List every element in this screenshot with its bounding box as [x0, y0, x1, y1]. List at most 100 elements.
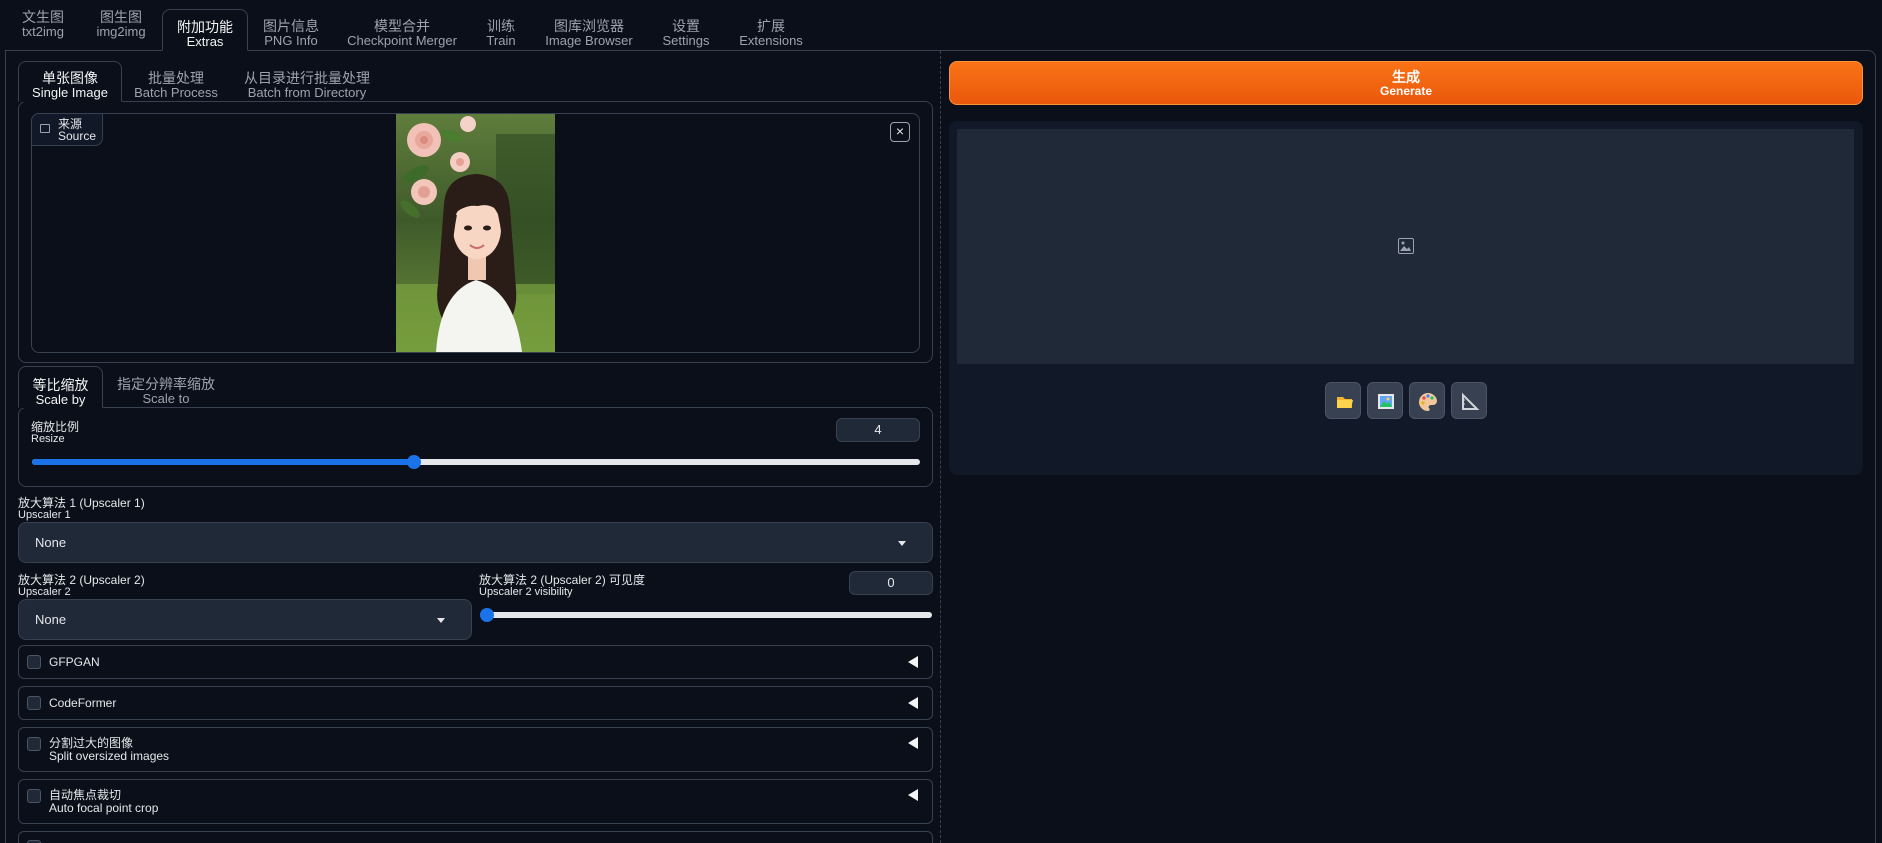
- tab-scale-to[interactable]: 指定分辨率缩放 Scale to: [114, 377, 218, 406]
- codeformer-checkbox[interactable]: [27, 696, 41, 710]
- auto-focal-crop-checkbox[interactable]: [27, 789, 41, 803]
- tab-single-image[interactable]: 单张图像 Single Image: [18, 61, 122, 102]
- accordion-title: GFPGAN: [49, 655, 100, 669]
- resize-slider-fill: [32, 459, 414, 465]
- tab-label: 扩展: [757, 18, 785, 34]
- tab-sublabel: Checkpoint Merger: [347, 33, 457, 48]
- tab-sublabel: Train: [486, 33, 516, 48]
- upscaler2-visibility-label-zh: 放大算法 2 (Upscaler 2) 可见度: [479, 573, 646, 587]
- tab-sublabel: Image Browser: [545, 33, 633, 48]
- accordion-title: CodeFormer: [49, 696, 117, 710]
- source-photo: [396, 114, 555, 352]
- tab-sublabel: Settings: [662, 33, 710, 48]
- accordion-partial[interactable]: [18, 831, 933, 843]
- image-icon[interactable]: [1367, 382, 1403, 419]
- upscaler1-label: 放大算法 1 (Upscaler 1) Upscaler 1: [18, 497, 145, 521]
- tab-checkpoint-merger[interactable]: 模型合并 Checkpoint Merger: [342, 9, 462, 51]
- upscaler2-visibility-slider-thumb[interactable]: [480, 608, 494, 622]
- chevron-down-icon: [898, 541, 906, 546]
- tab-label: 图库浏览器: [554, 18, 624, 34]
- upscaler1-dropdown[interactable]: None: [18, 522, 933, 563]
- tab-sublabel: Batch from Directory: [247, 85, 367, 100]
- tab-extras[interactable]: 附加功能 Extras: [162, 9, 248, 51]
- collapse-triangle-icon[interactable]: [908, 789, 918, 801]
- resize-label: 缩放比例 Resize: [31, 421, 79, 445]
- upscaler2-value: None: [35, 612, 67, 627]
- upscaler2-label-zh: 放大算法 2 (Upscaler 2): [18, 573, 145, 587]
- gfpgan-checkbox[interactable]: [27, 655, 41, 669]
- upscaler2-label-en: Upscaler 2: [18, 586, 71, 598]
- folder-icon[interactable]: [1325, 382, 1361, 419]
- resize-slider[interactable]: [32, 455, 920, 469]
- accordion-title-zh: 自动焦点裁切: [49, 788, 122, 802]
- tab-png-info[interactable]: 图片信息 PNG Info: [256, 9, 326, 51]
- tab-sublabel: txt2img: [22, 24, 64, 39]
- image-icon: [40, 124, 50, 133]
- tab-train[interactable]: 训练 Train: [478, 9, 524, 51]
- upscaler1-value: None: [35, 535, 67, 550]
- tab-sublabel: img2img: [96, 24, 146, 39]
- accordion-codeformer[interactable]: CodeFormer: [18, 686, 933, 720]
- tab-settings[interactable]: 设置 Settings: [654, 9, 718, 51]
- tab-sublabel: Scale by: [35, 392, 86, 407]
- tab-label: 图生图: [100, 9, 142, 25]
- ruler-icon[interactable]: [1451, 382, 1487, 419]
- resize-label-zh: 缩放比例: [31, 420, 80, 434]
- palette-icon[interactable]: [1409, 382, 1445, 419]
- tab-img2img[interactable]: 图生图 img2img: [86, 0, 156, 42]
- upscaler2-label: 放大算法 2 (Upscaler 2) Upscaler 2: [18, 574, 145, 598]
- column-divider: [940, 51, 941, 843]
- split-oversized-checkbox[interactable]: [27, 737, 41, 751]
- chevron-down-icon: [437, 618, 445, 623]
- upscaler2-visibility-slider[interactable]: [480, 608, 932, 622]
- accordion-split-oversized[interactable]: 分割过大的图像 Split oversized images: [18, 727, 933, 772]
- accordion-title-en: Split oversized images: [49, 749, 170, 763]
- resize-label-en: Resize: [31, 433, 65, 445]
- upscaler2-visibility-label: 放大算法 2 (Upscaler 2) 可见度 Upscaler 2 visib…: [479, 574, 645, 598]
- tab-label: 模型合并: [374, 18, 430, 34]
- tab-label: 文生图: [22, 9, 64, 25]
- tab-image-browser[interactable]: 图库浏览器 Image Browser: [540, 9, 638, 51]
- tab-label: 批量处理: [148, 70, 204, 86]
- accordion-auto-focal-crop[interactable]: 自动焦点裁切 Auto focal point crop: [18, 779, 933, 824]
- source-label-en: Source: [58, 129, 97, 143]
- upscaler2-visibility-input[interactable]: 0: [849, 571, 933, 595]
- resize-slider-thumb[interactable]: [406, 455, 421, 469]
- tab-label: 图片信息: [263, 18, 319, 34]
- accordion-title-zh: 分割过大的图像: [49, 736, 134, 750]
- accordion-gfpgan[interactable]: GFPGAN: [18, 645, 933, 679]
- resize-input[interactable]: 4: [836, 418, 920, 442]
- collapse-triangle-icon[interactable]: [908, 697, 918, 709]
- generate-label-en: Generate: [1379, 84, 1433, 98]
- generate-label-zh: 生成: [1392, 69, 1420, 85]
- upscaler1-label-zh: 放大算法 1 (Upscaler 1): [18, 496, 145, 510]
- tab-batch-process[interactable]: 批量处理 Batch Process: [130, 71, 222, 100]
- upscaler2-visibility-label-en: Upscaler 2 visibility: [479, 586, 573, 598]
- tab-sublabel: Batch Process: [134, 85, 218, 100]
- tab-txt2img[interactable]: 文生图 txt2img: [14, 0, 72, 42]
- tab-sublabel: Extras: [186, 34, 224, 49]
- collapse-triangle-icon[interactable]: [908, 737, 918, 749]
- tab-sublabel: PNG Info: [264, 33, 318, 48]
- accordion-title-en: Auto focal point crop: [49, 801, 159, 815]
- tab-batch-from-directory[interactable]: 从目录进行批量处理 Batch from Directory: [240, 71, 374, 100]
- tab-label: 训练: [487, 18, 515, 34]
- image-placeholder-icon: [1398, 238, 1414, 254]
- tab-label: 附加功能: [177, 19, 233, 35]
- accordion-title: 分割过大的图像 Split oversized images: [49, 737, 169, 763]
- tab-label: 单张图像: [42, 70, 98, 86]
- tab-label: 从目录进行批量处理: [244, 70, 370, 86]
- close-icon[interactable]: ×: [890, 122, 910, 142]
- tab-sublabel: Scale to: [142, 391, 190, 406]
- tab-scale-by[interactable]: 等比缩放 Scale by: [18, 366, 103, 408]
- collapse-triangle-icon[interactable]: [908, 656, 918, 668]
- generate-button[interactable]: 生成 Generate: [949, 61, 1863, 105]
- scale-panel: [18, 407, 933, 487]
- tab-label: 设置: [672, 18, 700, 34]
- tab-extensions[interactable]: 扩展 Extensions: [734, 9, 808, 51]
- tab-label: 指定分辨率缩放: [117, 376, 215, 392]
- tab-label: 等比缩放: [32, 377, 89, 393]
- source-label: 来源 Source: [31, 113, 103, 146]
- upscaler2-dropdown[interactable]: None: [18, 599, 472, 640]
- tab-sublabel: Extensions: [739, 33, 803, 48]
